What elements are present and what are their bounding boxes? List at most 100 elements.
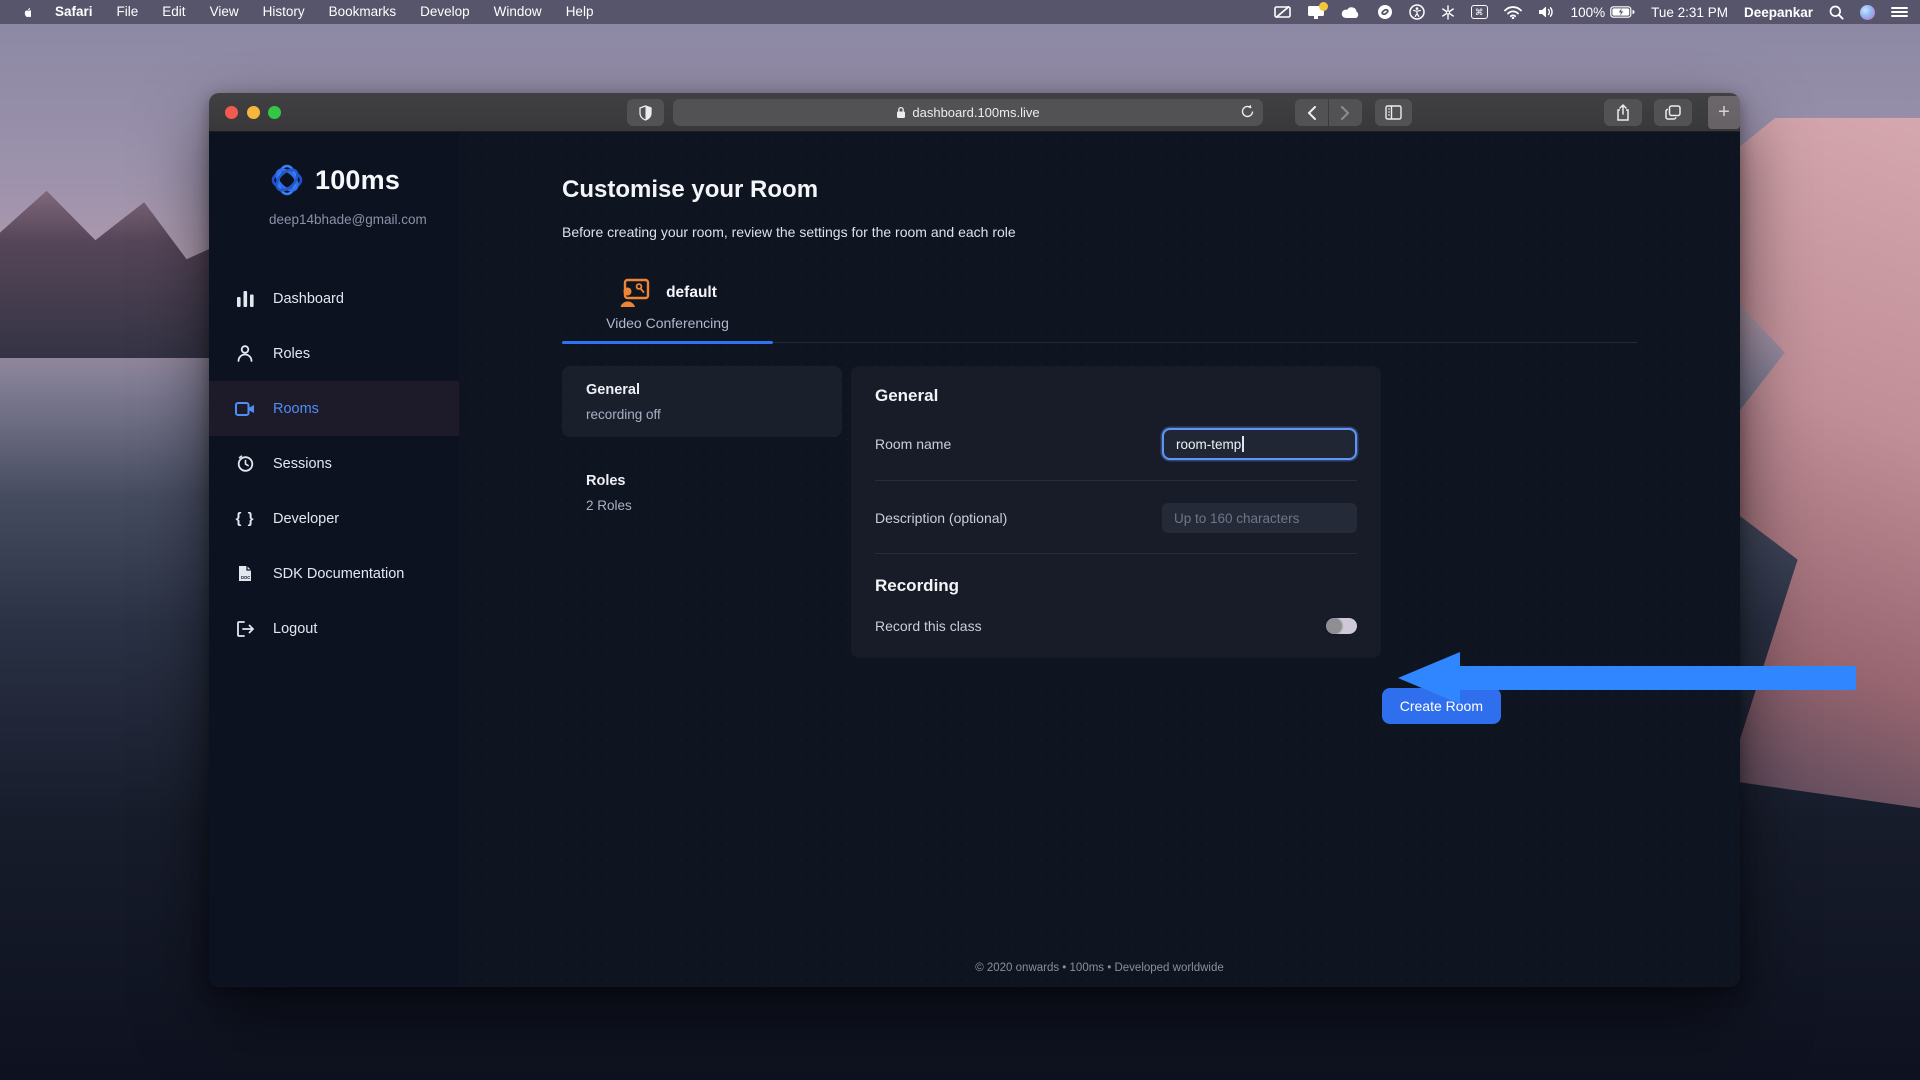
menu-clock[interactable]: Tue 2:31 PM bbox=[1651, 5, 1728, 20]
privacy-shield-button[interactable] bbox=[627, 99, 664, 126]
siri-icon[interactable] bbox=[1860, 4, 1875, 20]
logout-icon bbox=[234, 620, 256, 637]
settings-nav-title: Roles bbox=[586, 473, 626, 489]
brand[interactable]: 100ms bbox=[209, 162, 459, 198]
sidebar-nav: Dashboard Roles Rooms Sessions {} Devel… bbox=[209, 271, 459, 656]
page-title: Customise your Room bbox=[562, 176, 819, 203]
sidebar-item-label: Rooms bbox=[273, 400, 319, 417]
cloud-icon[interactable] bbox=[1341, 0, 1361, 24]
menu-edit[interactable]: Edit bbox=[151, 0, 196, 24]
sidebar-item-label: Roles bbox=[273, 345, 311, 362]
general-heading: General bbox=[875, 386, 939, 405]
fast-user-switch[interactable]: Deepankar bbox=[1744, 5, 1813, 20]
person-icon bbox=[234, 345, 256, 362]
menu-help[interactable]: Help bbox=[555, 0, 605, 24]
page-subtitle: Before creating your room, review the se… bbox=[562, 224, 1016, 240]
menu-history[interactable]: History bbox=[252, 0, 316, 24]
description-label: Description (optional) bbox=[875, 510, 1008, 526]
sidebar-item-rooms[interactable]: Rooms bbox=[209, 381, 459, 436]
settings-nav-roles[interactable]: Roles 2 Roles bbox=[562, 457, 842, 528]
close-window-button[interactable] bbox=[225, 106, 238, 119]
lock-icon bbox=[897, 106, 906, 118]
minimize-window-button[interactable] bbox=[246, 106, 260, 119]
record-class-label: Record this class bbox=[875, 618, 982, 634]
macos-menu-bar: Safari File Edit View History Bookmarks … bbox=[0, 0, 1920, 24]
back-button[interactable] bbox=[1295, 99, 1328, 126]
presenter-icon bbox=[620, 278, 650, 307]
menu-bookmarks[interactable]: Bookmarks bbox=[318, 0, 408, 24]
alert-badge bbox=[1318, 2, 1328, 11]
description-input[interactable]: Up to 160 characters bbox=[1162, 503, 1357, 533]
volume-icon[interactable] bbox=[1538, 0, 1555, 24]
dashboard-app: 100ms deep14bhade@gmail.com Dashboard Ro… bbox=[209, 132, 1740, 986]
room-name-value: room-temp bbox=[1176, 436, 1242, 452]
new-tab-button[interactable]: + bbox=[1708, 96, 1740, 129]
menu-safari[interactable]: Safari bbox=[44, 0, 104, 24]
battery-status[interactable]: 100% bbox=[1571, 5, 1636, 20]
sidebar-item-sdk-documentation[interactable]: DOC SDK Documentation bbox=[209, 546, 459, 601]
shazam-icon[interactable] bbox=[1377, 0, 1393, 24]
main-content: Customise your Room Before creating your… bbox=[459, 132, 1740, 986]
settings-nav-subtitle: 2 Roles bbox=[586, 498, 632, 513]
sidebar-item-sessions[interactable]: Sessions bbox=[209, 436, 459, 491]
100ms-logo-icon bbox=[271, 164, 303, 196]
footer-text: © 2020 onwards • 100ms • Developed world… bbox=[975, 962, 1224, 974]
room-name-label: Room name bbox=[875, 436, 952, 452]
battery-icon bbox=[1610, 6, 1635, 18]
spotlight-search-icon[interactable] bbox=[1829, 0, 1844, 24]
forward-button[interactable] bbox=[1329, 99, 1362, 126]
tab-overview-button[interactable] bbox=[1654, 99, 1692, 126]
settings-panel: General Room name room-temp Description … bbox=[851, 366, 1381, 658]
divider bbox=[875, 480, 1357, 481]
document-icon: DOC bbox=[234, 565, 256, 582]
account-email: deep14bhade@gmail.com bbox=[269, 212, 427, 227]
divider bbox=[875, 553, 1357, 554]
brand-name: 100ms bbox=[315, 164, 401, 195]
annotation-arrow bbox=[1398, 652, 1856, 704]
display-alert-icon[interactable] bbox=[1307, 0, 1328, 24]
record-toggle[interactable] bbox=[1326, 618, 1357, 634]
sidebar-item-label: SDK Documentation bbox=[273, 565, 405, 582]
apple-menu-icon[interactable] bbox=[12, 4, 42, 21]
settings-nav: General recording off Roles 2 Roles bbox=[562, 366, 842, 658]
sidebar-item-developer[interactable]: { } Developer bbox=[209, 491, 459, 546]
accessibility-icon[interactable] bbox=[1408, 0, 1425, 24]
sidebar-item-label: Sessions bbox=[273, 455, 332, 472]
sidebar-item-label: Developer bbox=[273, 510, 340, 527]
svg-text:DOC: DOC bbox=[241, 575, 250, 580]
keyboard-viewer-icon[interactable]: ⌘ bbox=[1470, 5, 1488, 19]
menu-file[interactable]: File bbox=[106, 0, 150, 24]
reload-icon[interactable] bbox=[1240, 104, 1255, 122]
code-braces-icon: { } bbox=[235, 510, 255, 527]
browser-toolbar: dashboard.100ms.live + bbox=[209, 93, 1740, 132]
room-name-input[interactable]: room-temp bbox=[1162, 428, 1357, 460]
sidebar-item-logout[interactable]: Logout bbox=[209, 601, 459, 656]
battery-percent: 100% bbox=[1570, 4, 1606, 20]
zoom-window-button[interactable] bbox=[268, 106, 281, 119]
bar-chart-icon bbox=[234, 290, 256, 307]
toggle-knob bbox=[1326, 618, 1342, 634]
tab-default[interactable]: default Video Conferencing bbox=[562, 278, 773, 344]
sidebar-item-roles[interactable]: Roles bbox=[209, 326, 459, 381]
wifi-icon[interactable] bbox=[1503, 0, 1522, 24]
window-controls bbox=[225, 106, 281, 119]
template-tabs: default Video Conferencing bbox=[562, 278, 1740, 344]
settings-nav-general[interactable]: General recording off bbox=[562, 366, 842, 437]
sidebar-item-dashboard[interactable]: Dashboard bbox=[209, 271, 459, 326]
settings-nav-title: General bbox=[586, 382, 640, 398]
sidebar-toggle-button[interactable] bbox=[1375, 99, 1412, 126]
share-button[interactable] bbox=[1604, 99, 1642, 126]
address-bar[interactable]: dashboard.100ms.live bbox=[673, 99, 1263, 126]
alarm-clock-icon bbox=[234, 455, 256, 472]
menu-window[interactable]: Window bbox=[483, 0, 553, 24]
display-slash-icon[interactable] bbox=[1273, 0, 1291, 24]
sidebar-item-label: Logout bbox=[273, 620, 318, 637]
menu-view[interactable]: View bbox=[199, 0, 250, 24]
bluetooth-icon[interactable] bbox=[1441, 0, 1455, 24]
notification-center-icon[interactable] bbox=[1891, 0, 1908, 24]
settings-nav-subtitle: recording off bbox=[586, 407, 661, 422]
menu-develop[interactable]: Develop bbox=[409, 0, 481, 24]
url-text: dashboard.100ms.live bbox=[912, 105, 1040, 120]
tab-name: default bbox=[666, 284, 717, 301]
app-sidebar: 100ms deep14bhade@gmail.com Dashboard Ro… bbox=[209, 132, 459, 986]
